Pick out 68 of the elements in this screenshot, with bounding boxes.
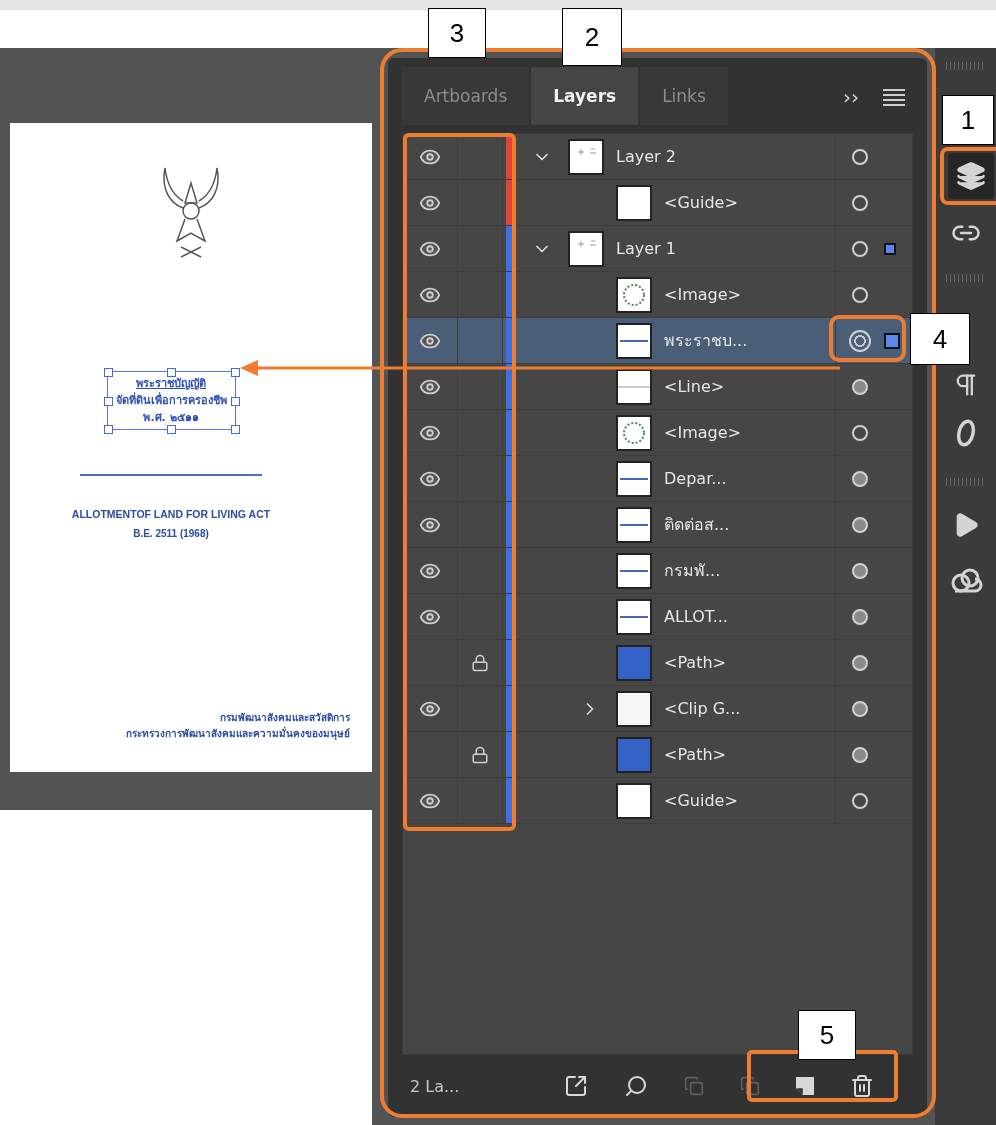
- document-title-line: พ.ศ. ๒๕๑๑: [143, 410, 199, 427]
- target-circle-icon[interactable]: [852, 562, 868, 579]
- layer-name: <Guide>: [664, 791, 738, 810]
- resize-handle[interactable]: [230, 396, 240, 406]
- layer-name: ALLOT...: [664, 607, 728, 626]
- new-layer-button[interactable]: [794, 1075, 816, 1097]
- target-circle-icon[interactable]: [852, 470, 868, 487]
- callout-number: 3: [428, 8, 486, 58]
- document-title-line: จัดที่ดินเพื่อการครองชีพ: [115, 392, 227, 410]
- target-circle-icon[interactable]: [849, 329, 871, 352]
- resize-handle[interactable]: [167, 368, 176, 377]
- panel-tab[interactable]: Artboards: [402, 67, 530, 125]
- search-icon: [624, 1074, 648, 1098]
- layer-name: <Path>: [664, 745, 726, 764]
- layer-name: <Guide>: [664, 193, 738, 212]
- layer-name: พระราชบ...: [664, 330, 748, 352]
- lock-icon: [471, 745, 489, 764]
- resize-handle[interactable]: [103, 396, 113, 406]
- layer-name: กรมพั...: [664, 560, 721, 582]
- callout-number: 1: [942, 95, 994, 145]
- export-icon: [564, 1074, 588, 1098]
- panel-tab[interactable]: Links: [640, 67, 728, 125]
- layer-name: ติดต่อส...: [664, 514, 730, 536]
- target-circle-icon[interactable]: [852, 792, 868, 809]
- target-circle-icon[interactable]: [852, 424, 868, 441]
- callout-number: 5: [798, 1010, 856, 1060]
- resize-handle[interactable]: [103, 368, 113, 377]
- menu-icon[interactable]: [881, 87, 907, 107]
- layers-tool-button[interactable]: [947, 153, 994, 199]
- lock-icon: [471, 653, 489, 672]
- overflow-button[interactable]: ››: [843, 85, 859, 109]
- target-circle-icon[interactable]: [852, 148, 868, 165]
- document-title-line: พระราชบัญญัติ: [136, 376, 206, 392]
- target-circle-icon[interactable]: [852, 240, 868, 257]
- target-circle-icon[interactable]: [852, 516, 868, 533]
- layer-name: <Line>: [664, 377, 725, 396]
- layers-icon: [955, 161, 986, 191]
- new-layer-icon: [796, 1077, 814, 1095]
- resize-handle[interactable]: [103, 425, 113, 435]
- document-footer-line: กระทรวงการพัฒนาสังคมและความมั่นคงของมนุษย์: [126, 726, 350, 742]
- layer-name: <Clip G...: [664, 699, 741, 718]
- layer-name: <Path>: [664, 653, 726, 672]
- layer-name: Layer 1: [616, 239, 676, 258]
- target-circle-icon[interactable]: [852, 654, 868, 671]
- target-circle-icon[interactable]: [852, 286, 868, 303]
- resize-handle[interactable]: [230, 368, 240, 377]
- layer-count: 2 La...: [409, 1076, 461, 1096]
- selection-square-icon: [884, 242, 896, 255]
- target-circle-icon[interactable]: [852, 700, 868, 717]
- selection-square-icon: [884, 332, 900, 349]
- document-english-title: ALLOTMENTOF LAND FOR LIVING ACT: [71, 508, 271, 521]
- layer-name: <Image>: [664, 423, 741, 442]
- target-circle-icon[interactable]: [852, 378, 868, 395]
- opentype-icon: [954, 418, 977, 448]
- panel-tab[interactable]: Layers: [531, 67, 639, 125]
- target-circle-icon[interactable]: [852, 194, 868, 211]
- target-circle-icon[interactable]: [852, 746, 868, 763]
- document-footer-line: กรมพัฒนาสังคมและสวัสดิการ: [220, 711, 350, 725]
- document-english-subtitle: B.E. 2511 (1968): [133, 528, 209, 540]
- callout-number: 4: [910, 313, 970, 365]
- layer-name: <Image>: [664, 285, 741, 304]
- callout-number: 2: [562, 8, 622, 66]
- trash-icon: [850, 1074, 874, 1098]
- layer-name: Depar...: [664, 469, 727, 488]
- layer-name: Layer 2: [616, 147, 676, 166]
- resize-handle[interactable]: [230, 425, 240, 435]
- target-circle-icon[interactable]: [852, 608, 868, 625]
- resize-handle[interactable]: [167, 425, 176, 435]
